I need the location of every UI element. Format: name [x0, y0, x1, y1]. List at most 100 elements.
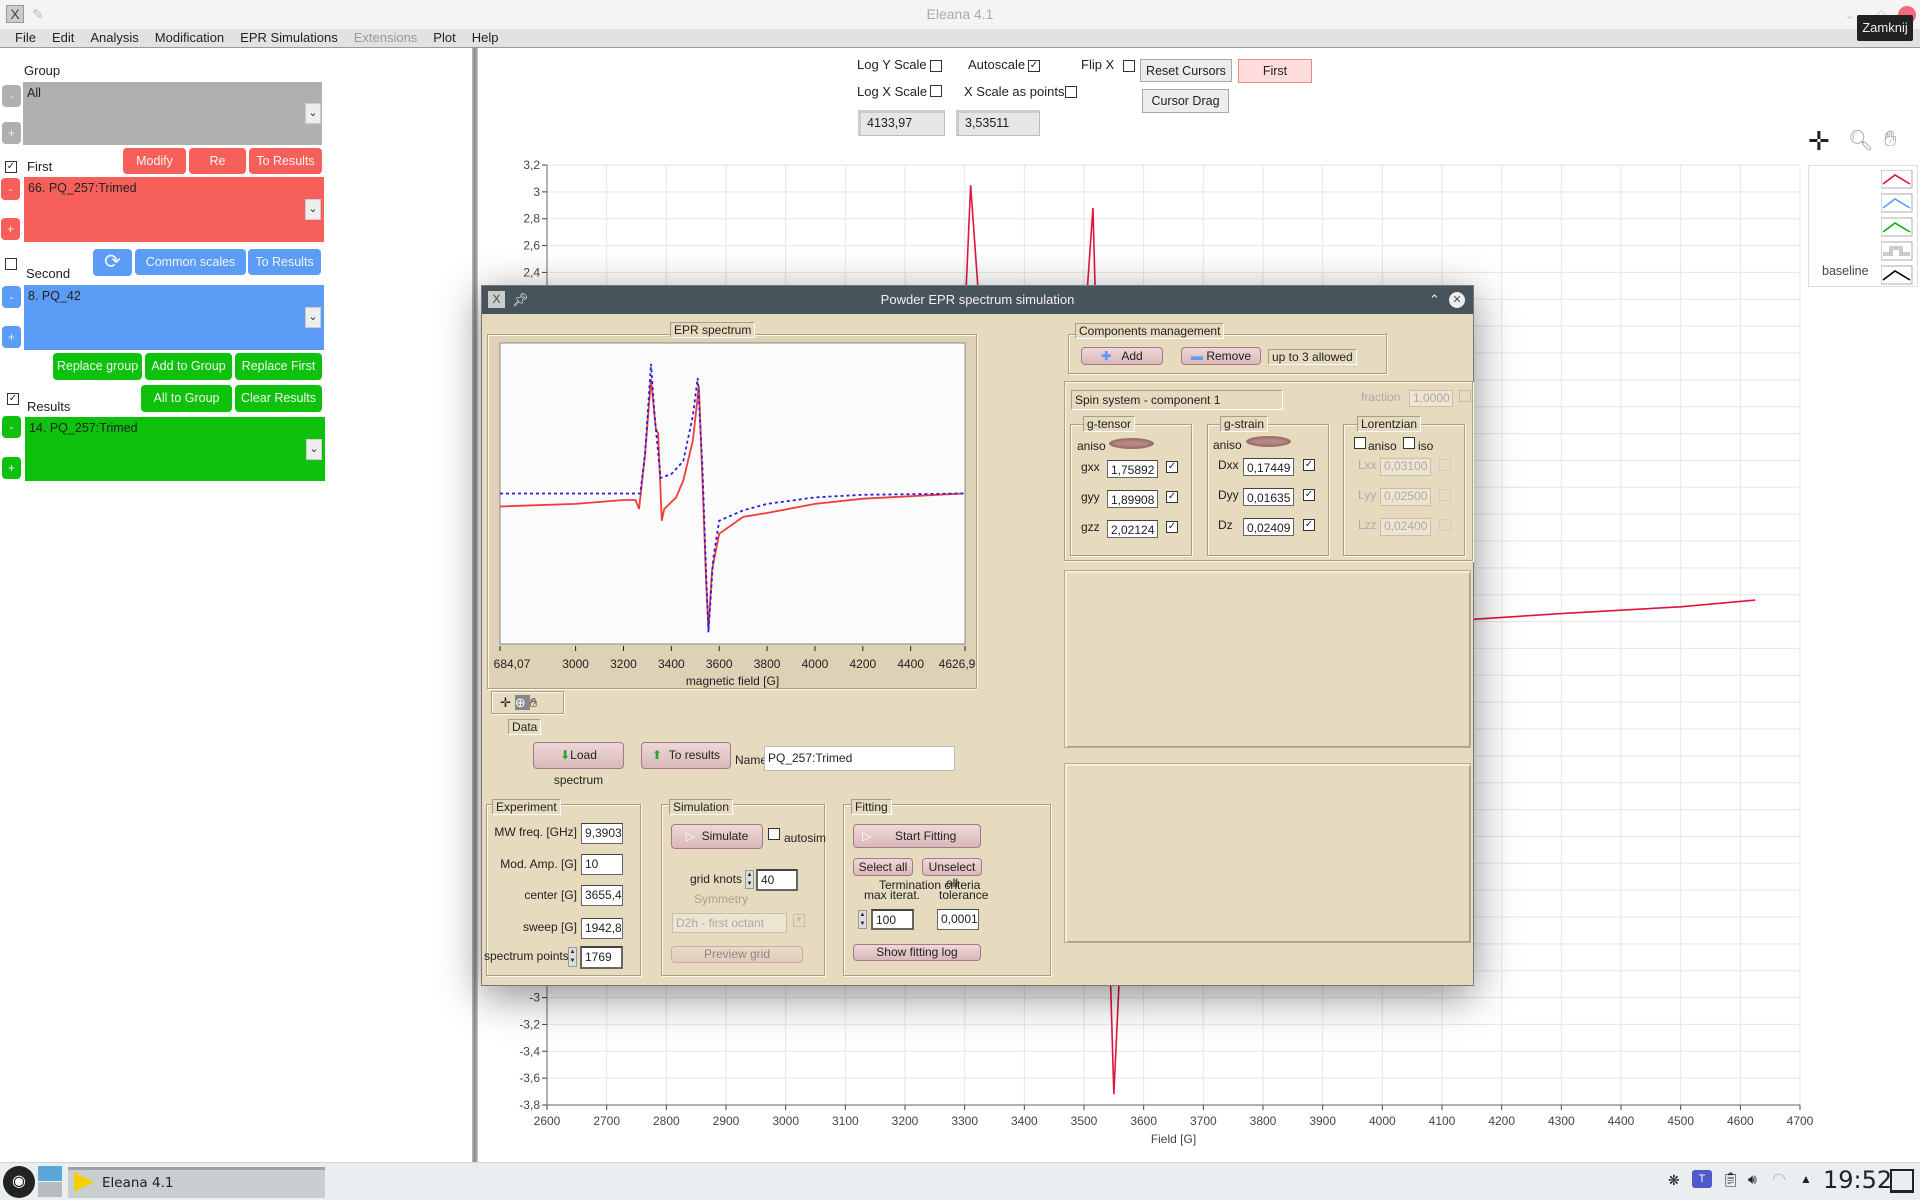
to-results-button[interactable]: ⬆ To results	[641, 742, 731, 769]
gt-row-input[interactable]: 1,89908	[1107, 490, 1158, 508]
reset-cursors-button[interactable]: Reset Cursors	[1140, 59, 1232, 82]
symmetry-select[interactable]: D2h - first octant	[672, 913, 787, 933]
gs-row-checkbox[interactable]: ✓	[1303, 519, 1315, 531]
center-input[interactable]: 3655,49	[581, 885, 623, 906]
first-to-results-button[interactable]: To Results	[249, 148, 322, 174]
name-input[interactable]: PQ_257:Trimed	[764, 746, 955, 771]
clear-results-button[interactable]: Clear Results	[235, 385, 322, 412]
results-checkbox[interactable]: ✓	[7, 393, 19, 405]
g-tensor-aniso-toggle[interactable]	[1109, 438, 1154, 449]
replace-first-button[interactable]: Replace First	[235, 353, 322, 380]
x-points-checkbox[interactable]	[1065, 86, 1077, 98]
modify-button[interactable]: Modify	[123, 148, 186, 174]
first-plus-button[interactable]: +	[1, 218, 20, 240]
lz-row-input[interactable]: 0,03100	[1380, 458, 1431, 476]
log-y-checkbox[interactable]	[930, 60, 942, 72]
start-menu-icon[interactable]: ◉	[3, 1166, 35, 1198]
dropbox-icon[interactable]: ❋	[1668, 1172, 1680, 1189]
grid-knots-input[interactable]: 40	[756, 869, 798, 891]
group-select[interactable]: All	[23, 82, 322, 145]
results-minus-button[interactable]: -	[2, 416, 21, 438]
mw-freq-input[interactable]: 9,39038	[581, 823, 623, 844]
all-to-group-button[interactable]: All to Group	[141, 385, 232, 412]
pin-icon[interactable]: 📌︎	[512, 286, 529, 314]
gs-row-checkbox[interactable]: ✓	[1303, 489, 1315, 501]
gt-row-input[interactable]: 2,02124	[1107, 520, 1158, 538]
load-spectrum-button[interactable]: ⬇Load spectrum	[533, 742, 624, 787]
group-plus-button[interactable]: +	[2, 122, 21, 144]
simulate-button[interactable]: ▷ Simulate	[671, 824, 763, 849]
results-plus-button[interactable]: +	[2, 457, 21, 479]
second-minus-button[interactable]: -	[2, 286, 21, 308]
show-fitting-log-button[interactable]: Show fitting log	[853, 944, 981, 961]
first-cursor-button[interactable]: First	[1238, 59, 1312, 83]
group-minus-button[interactable]: -	[2, 85, 21, 107]
results-select[interactable]: 14. PQ_257:Trimed	[25, 417, 325, 481]
common-scales-button[interactable]: Common scales	[135, 249, 246, 275]
gt-row-input[interactable]: 1,75892	[1107, 460, 1158, 478]
lz-row-input[interactable]: 0,02400	[1380, 518, 1431, 536]
log-x-checkbox[interactable]	[930, 85, 942, 97]
desktop-pager-2[interactable]	[38, 1182, 62, 1197]
spectrum-points-input[interactable]: 1769	[580, 946, 623, 969]
re-button[interactable]: Re	[189, 148, 246, 174]
zoom-icon[interactable]: ⊕	[514, 695, 530, 710]
gt-row-checkbox[interactable]: ✓	[1166, 491, 1178, 503]
gs-row-checkbox[interactable]: ✓	[1303, 459, 1315, 471]
show-desktop-button[interactable]	[1890, 1169, 1914, 1193]
volume-icon[interactable]: 🔊︎	[1748, 1171, 1757, 1188]
remove-component-button[interactable]: ▬ Remove	[1181, 347, 1261, 365]
dialog-collapse-icon[interactable]: ⌃	[1429, 286, 1440, 314]
tray-expand-icon[interactable]: ▲	[1800, 1172, 1812, 1186]
add-component-button[interactable]: ✚ Add	[1081, 347, 1163, 365]
gt-row-checkbox[interactable]: ✓	[1166, 461, 1178, 473]
g-strain-aniso-toggle[interactable]	[1246, 436, 1291, 447]
grid-knots-spinner[interactable]: ▲ ▼	[745, 870, 754, 889]
mod-amp-input[interactable]: 10	[581, 854, 623, 875]
task-eleana[interactable]: Eleana 4.1	[68, 1167, 325, 1198]
dialog-close-icon[interactable]: ✕	[1449, 292, 1465, 308]
lorentzian-iso-checkbox[interactable]	[1403, 437, 1415, 449]
chevron-down-icon[interactable]: ▼	[793, 914, 805, 927]
wifi-icon[interactable]: ◠	[1772, 1169, 1786, 1189]
fraction-checkbox[interactable]	[1459, 390, 1471, 402]
start-fitting-button[interactable]: ▷ Start Fitting	[853, 824, 981, 848]
zoom-icon[interactable]: 🔍︎	[1848, 128, 1873, 153]
refresh-icon[interactable]: ⟳	[93, 249, 132, 276]
second-select[interactable]: 8. PQ_42	[24, 285, 324, 350]
max-iter-spinner[interactable]: ▲ ▼	[858, 910, 867, 929]
first-minus-button[interactable]: -	[1, 178, 20, 200]
autosim-checkbox[interactable]	[768, 828, 780, 840]
select-all-button[interactable]: Select all	[853, 858, 913, 876]
cursor-drag-button[interactable]: Cursor Drag	[1142, 89, 1229, 113]
unselect-all-button[interactable]: Unselect all	[922, 858, 982, 890]
pan-hand-icon[interactable]: ✋︎	[530, 695, 541, 710]
minimize-icon[interactable]: ⌄	[1844, 0, 1856, 29]
flip-x-checkbox[interactable]	[1123, 60, 1135, 72]
epr-spectrum-plot[interactable]: 684,07 3000 3200 3400 3600 3800 4000 4200 4400 46…	[487, 334, 977, 689]
second-plus-button[interactable]: +	[2, 326, 21, 348]
lorentzian-aniso-checkbox[interactable]	[1354, 437, 1366, 449]
chevron-down-icon[interactable]: ⌄	[305, 103, 321, 124]
gs-row-input[interactable]: 0,02409	[1243, 518, 1294, 536]
max-iter-input[interactable]: 100	[871, 909, 914, 930]
desktop-pager-1[interactable]	[38, 1166, 62, 1181]
lz-row-checkbox[interactable]	[1439, 459, 1451, 471]
chevron-down-icon[interactable]: ⌄	[306, 439, 322, 460]
preview-grid-button[interactable]: Preview grid	[671, 946, 803, 963]
pan-hand-icon[interactable]: ✋︎	[1884, 126, 1897, 152]
add-to-group-button[interactable]: Add to Group	[145, 353, 232, 380]
second-to-results-button[interactable]: To Results	[248, 249, 321, 275]
spectrum-points-spinner[interactable]: ▲ ▼	[568, 947, 577, 967]
fraction-input[interactable]: 1,0000	[1409, 390, 1453, 407]
gs-row-input[interactable]: 0,17449	[1243, 458, 1294, 476]
replace-group-button[interactable]: Replace group	[53, 353, 142, 380]
clipboard-icon[interactable]: 📋︎	[1722, 1171, 1740, 1188]
teams-icon[interactable]: T	[1692, 1170, 1712, 1188]
lz-row-checkbox[interactable]	[1439, 519, 1451, 531]
tolerance-input[interactable]: 0,0001	[937, 909, 979, 930]
chevron-down-icon[interactable]: ⌄	[305, 307, 321, 328]
autoscale-checkbox[interactable]: ✓	[1028, 60, 1040, 72]
lz-row-checkbox[interactable]	[1439, 489, 1451, 501]
gt-row-checkbox[interactable]: ✓	[1166, 521, 1178, 533]
